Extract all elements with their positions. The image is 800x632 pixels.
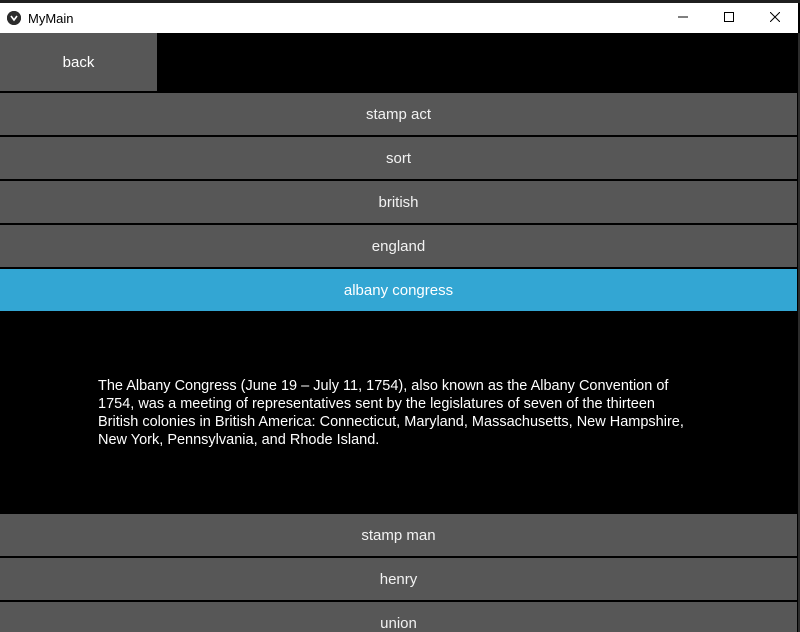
title-bar[interactable]: MyMain [0, 3, 798, 33]
list-item-union[interactable]: union [0, 602, 797, 632]
app-logo-icon [7, 11, 21, 25]
detail-text: The Albany Congress (June 19 – July 11, … [98, 378, 684, 448]
back-button[interactable]: back [0, 33, 157, 91]
list-item-albany-congress[interactable]: albany congress [0, 269, 797, 311]
list-item-sort[interactable]: sort [0, 137, 797, 179]
list-item-henry[interactable]: henry [0, 558, 797, 600]
maximize-button[interactable] [706, 3, 752, 33]
window-title: MyMain [28, 10, 74, 26]
window-controls [660, 3, 798, 33]
close-icon [769, 9, 781, 27]
list-item-british[interactable]: british [0, 181, 797, 223]
list-item-stamp-man[interactable]: stamp man [0, 514, 797, 556]
main-content: back stamp act sort british england alba… [0, 33, 798, 632]
app-window: MyMain back stamp act sort british engla… [0, 0, 800, 632]
maximize-icon [724, 9, 734, 27]
minimize-icon [678, 9, 688, 27]
list-item-stamp-act[interactable]: stamp act [0, 93, 797, 135]
close-button[interactable] [752, 3, 798, 33]
list-item-england[interactable]: england [0, 225, 797, 267]
minimize-button[interactable] [660, 3, 706, 33]
